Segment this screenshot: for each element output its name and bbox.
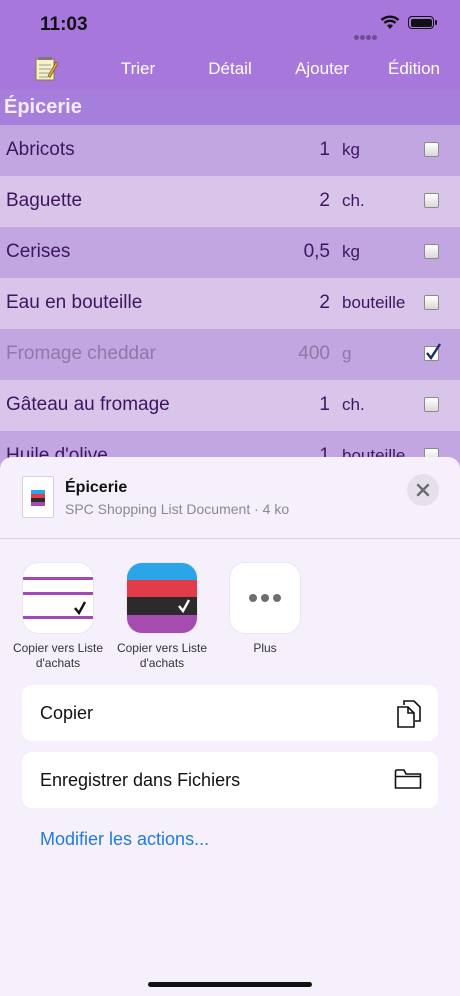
- item-name: Abricots: [6, 139, 75, 160]
- share-sheet: Épicerie SPC Shopping List Document · 4 …: [0, 457, 460, 996]
- item-name: Cerises: [6, 241, 71, 262]
- status-time: 11:03: [40, 14, 88, 35]
- folder-icon: [394, 768, 422, 795]
- list-item[interactable]: Fromage cheddar 400 g: [0, 329, 460, 380]
- item-checkbox[interactable]: [424, 295, 439, 310]
- list-item[interactable]: Eau en bouteille 2 bouteille: [0, 278, 460, 329]
- action-label: Copier: [40, 703, 94, 723]
- section-header: Épicerie: [0, 90, 460, 125]
- item-quantity: 1: [319, 394, 330, 415]
- item-unit: ch.: [342, 395, 365, 414]
- item-quantity: 2: [319, 190, 330, 211]
- wifi-icon: [380, 15, 400, 35]
- more-icon: [230, 563, 300, 633]
- list-item[interactable]: Gâteau au fromage 1 ch.: [0, 380, 460, 431]
- item-quantity: 400: [298, 343, 330, 364]
- item-unit: g: [342, 344, 352, 363]
- item-checkbox[interactable]: [424, 244, 439, 259]
- app-label: Copier vers Liste d'achats: [116, 641, 208, 670]
- add-button[interactable]: Ajouter: [286, 48, 358, 90]
- item-unit: kg: [342, 242, 360, 261]
- item-unit: bouteille: [342, 293, 406, 312]
- copy-icon: [396, 699, 422, 734]
- edit-actions-link[interactable]: Modifier les actions...: [40, 829, 209, 850]
- share-title: Épicerie: [65, 479, 128, 496]
- item-name: Fromage cheddar: [6, 343, 156, 364]
- section-title: Épicerie: [4, 96, 82, 118]
- item-name: Gâteau au fromage: [6, 394, 170, 415]
- item-checkbox[interactable]: [424, 142, 439, 157]
- item-name: Baguette: [6, 190, 83, 211]
- item-quantity: 1: [319, 139, 330, 160]
- app-more[interactable]: Plus: [215, 563, 315, 656]
- save-to-files-action[interactable]: Enregistrer dans Fichiers: [22, 752, 438, 808]
- detail-button[interactable]: Détail: [198, 48, 262, 90]
- home-indicator[interactable]: [148, 982, 312, 987]
- item-name: Eau en bouteille: [6, 292, 143, 313]
- close-icon: [416, 483, 430, 497]
- notepad-icon[interactable]: [34, 56, 59, 82]
- shopping-list-app-icon: [127, 563, 197, 633]
- share-subtitle: SPC Shopping List Document · 4 ko: [65, 501, 290, 517]
- item-quantity: 2: [319, 292, 330, 313]
- app-copy-shopping-list[interactable]: Copier vers Liste d'achats: [112, 563, 212, 671]
- divider: [0, 538, 460, 539]
- sort-button[interactable]: Trier: [108, 48, 168, 90]
- document-icon: [22, 476, 54, 518]
- status-bar: 11:03: [0, 0, 460, 48]
- edit-button[interactable]: Édition: [380, 48, 448, 90]
- shopping-list: Abricots 1 kg Baguette 2 ch. Cerises 0,5…: [0, 125, 460, 482]
- item-checkbox[interactable]: [424, 397, 439, 412]
- list-item[interactable]: Cerises 0,5 kg: [0, 227, 460, 278]
- toolbar: Trier Détail Ajouter Édition: [0, 48, 460, 90]
- action-label: Enregistrer dans Fichiers: [40, 770, 241, 790]
- battery-icon: [408, 16, 437, 29]
- copy-action[interactable]: Copier: [22, 685, 438, 741]
- item-unit: ch.: [342, 191, 365, 210]
- checkmark-icon: [426, 343, 442, 361]
- item-unit: kg: [342, 140, 360, 159]
- app-copy-shopping-list-lite[interactable]: Copier vers Liste d'achats: [8, 563, 108, 671]
- list-item[interactable]: Baguette 2 ch.: [0, 176, 460, 227]
- shopping-list-app-icon: [23, 563, 93, 633]
- cellular-signal-icon: [354, 27, 378, 45]
- close-button[interactable]: [407, 474, 439, 506]
- item-checkbox[interactable]: [424, 193, 439, 208]
- item-quantity: 0,5: [303, 241, 330, 262]
- app-label: Plus: [253, 641, 277, 655]
- list-item[interactable]: Abricots 1 kg: [0, 125, 460, 176]
- item-checkbox-checked[interactable]: [424, 343, 442, 361]
- app-label: Copier vers Liste d'achats: [12, 641, 104, 670]
